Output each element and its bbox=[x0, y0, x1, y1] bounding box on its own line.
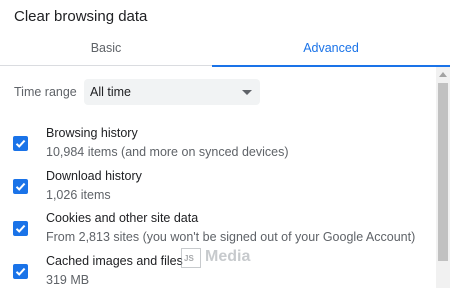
chevron-down-icon bbox=[242, 90, 252, 95]
option-title: Cookies and other site data bbox=[46, 211, 199, 225]
option-description: From 2,813 sites (you won't be signed ou… bbox=[46, 230, 416, 244]
tab-basic[interactable]: Basic bbox=[0, 36, 212, 66]
option-cookies: Cookies and other site data From 2,813 s… bbox=[0, 211, 436, 253]
scroll-up-arrow-icon[interactable] bbox=[439, 72, 447, 77]
dialog-title: Clear browsing data bbox=[14, 8, 148, 25]
option-description: 319 MB bbox=[46, 273, 90, 287]
cached-images-checkbox[interactable] bbox=[13, 264, 28, 279]
option-title: Cached images and files bbox=[46, 254, 183, 268]
check-icon bbox=[15, 182, 26, 191]
option-browsing-history: Browsing history 10,984 items (and more … bbox=[0, 126, 436, 168]
watermark-logo: JS bbox=[181, 248, 201, 268]
option-title: Browsing history bbox=[46, 126, 138, 140]
check-icon bbox=[15, 267, 26, 276]
check-icon bbox=[15, 224, 26, 233]
option-title: Download history bbox=[46, 169, 142, 183]
time-range-select[interactable]: All time bbox=[84, 79, 260, 105]
option-download-history: Download history 1,026 items bbox=[0, 169, 436, 211]
cookies-checkbox[interactable] bbox=[13, 221, 28, 236]
option-description: 1,026 items bbox=[46, 188, 111, 202]
tab-advanced[interactable]: Advanced bbox=[212, 36, 450, 67]
check-icon bbox=[15, 139, 26, 148]
option-description: 10,984 items (and more on synced devices… bbox=[46, 145, 289, 159]
time-range-value: All time bbox=[90, 85, 131, 99]
scrollbar-thumb[interactable] bbox=[438, 83, 448, 261]
scrollbar[interactable] bbox=[436, 67, 450, 288]
download-history-checkbox[interactable] bbox=[13, 179, 28, 194]
browsing-history-checkbox[interactable] bbox=[13, 136, 28, 151]
tab-bar: Basic Advanced bbox=[0, 36, 450, 67]
time-range-label: Time range bbox=[14, 85, 77, 99]
watermark-text: Media bbox=[205, 248, 251, 265]
